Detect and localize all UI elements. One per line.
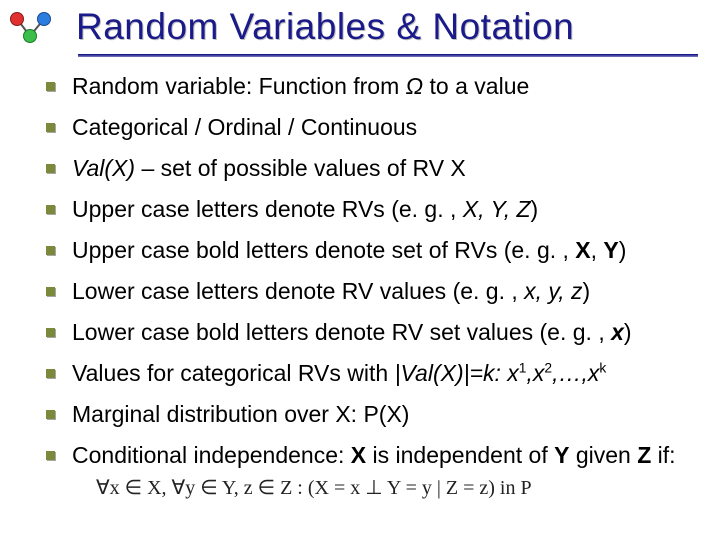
- list-item: Upper case letters denote RVs (e. g. , X…: [42, 194, 702, 225]
- var-y: Y: [603, 237, 618, 263]
- var-z: Z: [637, 442, 651, 468]
- text: – set of possible values of RV X: [135, 155, 466, 181]
- text: if:: [651, 442, 675, 468]
- var-y: Y: [554, 442, 569, 468]
- text: ): [531, 196, 539, 222]
- title-underline: [78, 54, 698, 57]
- list-item: Values for categorical RVs with |Val(X)|…: [42, 358, 702, 389]
- list-item: Marginal distribution over X: P(X): [42, 399, 702, 430]
- text: Upper case letters denote RVs (e. g. ,: [72, 196, 463, 222]
- sup: 2: [544, 361, 552, 376]
- slide-title: Random Variables & Notation: [76, 6, 574, 48]
- val-notation: Val(X): [72, 155, 135, 181]
- var-x: X: [575, 237, 590, 263]
- text: Upper case bold letters denote set of RV…: [72, 237, 575, 263]
- text: ,x: [526, 360, 544, 386]
- text: ,: [591, 237, 604, 263]
- text: ): [619, 237, 627, 263]
- vars: X, Y, Z: [463, 196, 531, 222]
- slide: Random Variables & Notation Random varia…: [0, 0, 720, 540]
- content-area: Random variable: Function from Ω to a va…: [0, 71, 720, 503]
- text: is independent of: [366, 442, 554, 468]
- text: Marginal distribution over X: P(X): [72, 401, 409, 427]
- text: ): [583, 278, 591, 304]
- text: Lower case bold letters denote RV set va…: [72, 319, 611, 345]
- val-expr: |Val(X)|=k: x: [395, 360, 519, 386]
- independence-formula: ∀x ∈ X, ∀y ∈ Y, z ∈ Z : (X = x ⊥ Y = y |…: [96, 475, 532, 502]
- var-x: x: [611, 319, 624, 345]
- list-item: Random variable: Function from Ω to a va…: [42, 71, 702, 102]
- text: ): [624, 319, 632, 345]
- var-x: X: [351, 442, 366, 468]
- text: ,…,x: [552, 360, 599, 386]
- text: Conditional independence:: [72, 442, 351, 468]
- bullet-list: Random variable: Function from Ω to a va…: [42, 71, 702, 503]
- list-item: Val(X) – set of possible values of RV X: [42, 153, 702, 184]
- list-item: Categorical / Ordinal / Continuous: [42, 112, 702, 143]
- omega-symbol: Ω: [406, 73, 424, 99]
- text: Values for categorical RVs with: [72, 360, 395, 386]
- text: given: [569, 442, 637, 468]
- list-item: Lower case bold letters denote RV set va…: [42, 317, 702, 348]
- sup: k: [599, 361, 606, 376]
- vars: x, y, z: [524, 278, 582, 304]
- list-item: Upper case bold letters denote set of RV…: [42, 235, 702, 266]
- text: Categorical / Ordinal / Continuous: [72, 114, 417, 140]
- title-row: Random Variables & Notation: [0, 0, 720, 50]
- text: Random variable: Function from: [72, 73, 406, 99]
- text: to a value: [423, 73, 529, 99]
- text: Lower case letters denote RV values (e. …: [72, 278, 524, 304]
- list-item: Conditional independence: X is independe…: [42, 440, 702, 502]
- list-item: Lower case letters denote RV values (e. …: [42, 276, 702, 307]
- graph-nodes-logo-icon: [8, 10, 52, 44]
